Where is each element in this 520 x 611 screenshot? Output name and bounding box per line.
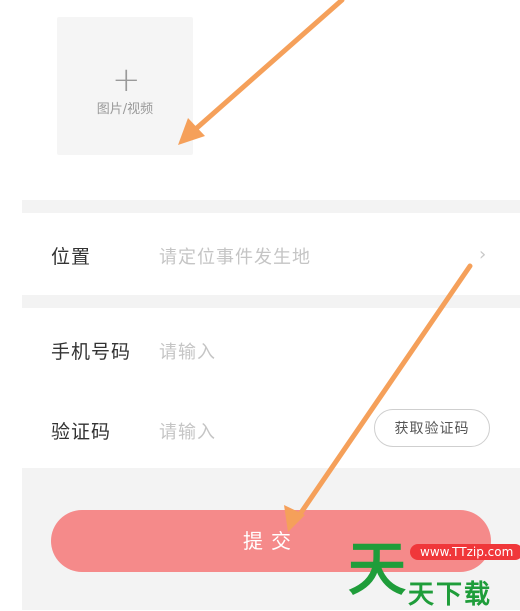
arrow-line [187, 0, 345, 137]
watermark-text: 天下载 [408, 580, 493, 610]
annotation-arrows [178, 0, 473, 532]
watermark-mark: 天 [348, 535, 407, 603]
arrow-line [293, 263, 473, 523]
watermark-url: www.TTzip.com [410, 544, 520, 560]
watermark-logo: 天 www.TTzip.com 天下载 [344, 535, 520, 610]
